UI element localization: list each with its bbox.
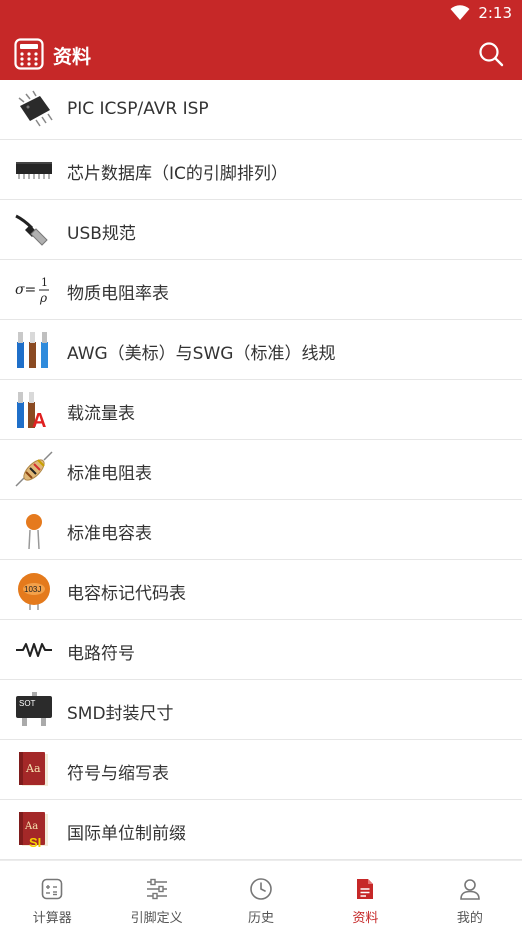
calculator-tab-icon <box>41 878 63 900</box>
tab-label: 引脚定义 <box>130 911 183 926</box>
status-time: 2:13 <box>478 4 512 22</box>
clock-icon <box>250 878 272 900</box>
tab-history[interactable]: 历史 <box>209 861 313 928</box>
tab-label: 计算器 <box>32 911 72 926</box>
svg-text:A: A <box>32 410 46 430</box>
tab-calculator[interactable]: 计算器 <box>0 861 104 928</box>
resistor-icon <box>15 451 53 487</box>
svg-text:SI: SI <box>29 835 41 850</box>
ampacity-icon: A <box>17 392 46 430</box>
list-item-label: 电路符号 <box>67 644 135 664</box>
si-book-icon: Aa SI <box>19 812 48 850</box>
list-item-label: 国际单位制前缀 <box>67 824 186 844</box>
pic-chip-icon <box>18 90 53 127</box>
capacitor-code-icon: 103J <box>18 573 50 610</box>
list-item-abbreviations[interactable]: Aa 符号与缩写表 <box>0 740 522 800</box>
list-item-label: 芯片数据库（IC的引脚排列） <box>67 164 288 184</box>
list-item-smd[interactable]: SOT SMD封装尺寸 <box>0 680 522 740</box>
book-icon: Aa <box>19 752 48 786</box>
svg-text:103J: 103J <box>24 585 41 594</box>
svg-text:σ=: σ= <box>15 282 36 298</box>
wifi-icon <box>450 5 470 20</box>
circuit-symbol-icon <box>16 643 52 657</box>
list-item-label: SMD封装尺寸 <box>67 704 174 724</box>
list-item-capacitor-code[interactable]: 103J 电容标记代码表 <box>0 560 522 620</box>
list-item-ampacity[interactable]: A 载流量表 <box>0 380 522 440</box>
app-root: 2:13 资料 PIC ICSP/AVR ISP 芯片数据库（IC的引脚排列） … <box>0 0 522 928</box>
status-right: 2:13 <box>450 4 512 22</box>
svg-text:ρ: ρ <box>39 291 47 305</box>
app-bar: 资料 <box>0 28 522 80</box>
list-item-label: PIC ICSP/AVR ISP <box>67 99 209 119</box>
tab-label: 历史 <box>248 911 275 926</box>
calculator-icon[interactable] <box>14 38 44 70</box>
search-icon[interactable] <box>478 41 504 67</box>
list-item-std-capacitor[interactable]: 标准电容表 <box>0 500 522 560</box>
list-item-label: AWG（美标）与SWG（标准）线规 <box>67 344 336 364</box>
list-item-si-prefixes[interactable]: Aa SI 国际单位制前缀 <box>0 800 522 860</box>
tab-pinout[interactable]: 引脚定义 <box>104 861 208 928</box>
resistivity-formula-icon: σ= 1 ρ <box>15 276 49 305</box>
user-icon <box>460 879 480 900</box>
status-bar: 2:13 <box>0 0 522 28</box>
list-item-label: 符号与缩写表 <box>67 764 169 784</box>
smd-package-icon: SOT <box>16 692 52 726</box>
list-item-chip-database[interactable]: 芯片数据库（IC的引脚排列） <box>0 140 522 200</box>
page-title: 资料 <box>53 46 92 68</box>
wire-gauge-icon <box>17 332 48 368</box>
capacitor-icon <box>26 514 42 550</box>
list-item-std-resistor[interactable]: 标准电阻表 <box>0 440 522 500</box>
list-item-circuit-symbols[interactable]: 电路符号 <box>0 620 522 680</box>
list-item-label: 标准电容表 <box>67 524 152 544</box>
list-item-label: 物质电阻率表 <box>67 284 169 304</box>
reference-list: PIC ICSP/AVR ISP 芯片数据库（IC的引脚排列） USB规范 σ=… <box>0 80 522 860</box>
bottom-tab-bar: 计算器 引脚定义 历史 资料 我的 <box>0 860 522 928</box>
list-item-usb[interactable]: USB规范 <box>0 200 522 260</box>
svg-text:Aa: Aa <box>24 821 38 832</box>
tab-profile[interactable]: 我的 <box>418 861 522 928</box>
dip-chip-icon <box>16 162 52 179</box>
list-item-label: 电容标记代码表 <box>67 584 186 604</box>
usb-cable-icon <box>15 214 48 246</box>
sliders-icon <box>146 878 167 900</box>
list-item-pic-icsp[interactable]: PIC ICSP/AVR ISP <box>0 80 522 140</box>
list-item-label: USB规范 <box>67 224 136 244</box>
svg-text:1: 1 <box>41 276 48 289</box>
list-item-label: 载流量表 <box>67 404 135 424</box>
list-item-label: 标准电阻表 <box>67 464 152 484</box>
document-icon <box>357 879 374 899</box>
tab-label: 资料 <box>352 911 379 926</box>
list-item-resistivity[interactable]: σ= 1 ρ 物质电阻率表 <box>0 260 522 320</box>
list-item-wire-gauge[interactable]: AWG（美标）与SWG（标准）线规 <box>0 320 522 380</box>
tab-label: 我的 <box>456 911 483 926</box>
svg-text:SOT: SOT <box>19 699 36 708</box>
svg-text:Aa: Aa <box>25 762 41 775</box>
tab-reference[interactable]: 资料 <box>313 861 417 928</box>
